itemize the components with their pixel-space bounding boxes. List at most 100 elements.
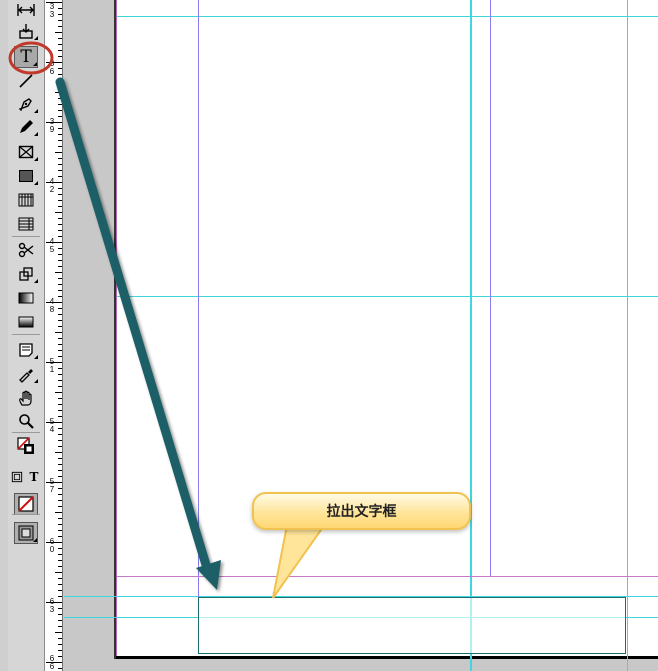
ruler-tick (58, 494, 62, 495)
ruler-tick (58, 614, 62, 615)
ruler-tick (58, 368, 62, 369)
formatting-affects-text-icon[interactable]: T (28, 467, 40, 487)
eyedropper-tool-icon[interactable] (14, 364, 38, 384)
scissors-tool-icon[interactable] (14, 240, 38, 260)
ruler-tick (58, 446, 62, 447)
ruler-tick (58, 398, 62, 399)
ruler-tick (58, 194, 62, 195)
margin-guide-bottom (117, 576, 658, 577)
callout-bubble: 拉出文字框 (252, 492, 471, 530)
ruler-tick (58, 656, 62, 657)
ruler-tick (58, 218, 62, 219)
ruler-tick (55, 332, 62, 333)
ruler-tick (58, 578, 62, 579)
ruler-tick (58, 530, 62, 531)
ruler-tick (55, 272, 62, 273)
guide-v-2 (470, 0, 472, 671)
ruler-tick (58, 320, 62, 321)
pencil-tool-icon[interactable] (14, 117, 38, 137)
ruler-tick (55, 632, 62, 633)
ruler-tick (58, 260, 62, 261)
ruler-tick (58, 500, 62, 501)
ruler-label: 63 (49, 597, 55, 614)
ruler-tick (58, 428, 62, 429)
ruler-tick (58, 356, 62, 357)
zoom-tool-icon[interactable] (14, 411, 38, 431)
fill-stroke-icon[interactable] (14, 436, 38, 456)
ruler-tick (58, 296, 62, 297)
text-frame[interactable] (198, 597, 626, 654)
ruler-tick (58, 314, 62, 315)
ruler-tick (58, 134, 62, 135)
guide-v-1 (198, 0, 199, 600)
ruler-tick (58, 98, 62, 99)
ruler-tick (58, 224, 62, 225)
ruler-tick (58, 254, 62, 255)
gradient-feather-tool-icon[interactable] (14, 312, 38, 332)
ruler-tick (58, 170, 62, 171)
hand-tool-icon[interactable] (14, 388, 38, 408)
ruler-tick (55, 572, 62, 573)
ruler-tick (55, 32, 62, 33)
vertical-ruler[interactable]: 333639424548515457606366 (45, 0, 63, 671)
type-tool-highlight-ring (8, 41, 54, 75)
toolbar-separator (12, 236, 40, 237)
ruler-tick (58, 140, 62, 141)
gap-tool-icon[interactable] (14, 0, 38, 20)
ruler-tick (55, 452, 62, 453)
gradient-swatch-tool-icon[interactable] (14, 288, 38, 308)
ruler-label: 48 (49, 297, 55, 314)
ruler-tick (58, 386, 62, 387)
ruler-tick (58, 350, 62, 351)
rectangle-tool-icon[interactable] (14, 166, 38, 186)
ruler-tick (58, 404, 62, 405)
ruler-tick (58, 566, 62, 567)
ruler-tick (58, 476, 62, 477)
ruler-tick (58, 206, 62, 207)
ruler-tick (58, 650, 62, 651)
ruler-tick (58, 20, 62, 21)
note-tool-icon[interactable] (14, 340, 38, 360)
ruler-tick (58, 80, 62, 81)
ruler-tick (58, 644, 62, 645)
apply-none-icon[interactable] (14, 493, 38, 515)
ruler-label: 45 (49, 237, 55, 254)
ruler-tick (58, 668, 62, 669)
callout-text: 拉出文字框 (326, 504, 397, 520)
ruler-tick (58, 116, 62, 117)
ruler-label: 33 (49, 2, 55, 19)
ruler-tick (58, 488, 62, 489)
pen-tool-icon[interactable] (14, 94, 38, 114)
toolbar-separator (12, 334, 40, 335)
rectangle-frame-tool-icon[interactable] (14, 142, 38, 162)
toolbar-separator (12, 432, 40, 433)
ruler-tick (58, 14, 62, 15)
ruler-tick (58, 326, 62, 327)
ruler-tick (58, 110, 62, 111)
flyout-indicator (34, 109, 38, 113)
flyout-indicator (33, 538, 37, 542)
ruler-tick (58, 464, 62, 465)
ruler-tick (58, 26, 62, 27)
tools-panel: TT (8, 0, 45, 671)
content-collector-icon[interactable] (14, 21, 38, 41)
formatting-affects-container-icon[interactable] (11, 467, 23, 487)
ruler-tick (58, 524, 62, 525)
ruler-tick (58, 548, 62, 549)
ruler-tick (58, 638, 62, 639)
ruler-tick (58, 164, 62, 165)
ruler-tick (58, 308, 62, 309)
screen-mode-icon[interactable] (14, 522, 38, 544)
ruler-tick (58, 518, 62, 519)
flyout-indicator (34, 157, 38, 161)
ruler-tick (55, 392, 62, 393)
ruler-label: 51 (49, 357, 55, 374)
ruler-tick (58, 374, 62, 375)
horizontal-grid-tool-icon[interactable] (14, 190, 38, 210)
free-transform-tool-icon[interactable] (14, 264, 38, 284)
ruler-tick (58, 380, 62, 381)
ruler-tick (58, 230, 62, 231)
vertical-grid-tool-icon[interactable] (14, 214, 38, 234)
ruler-tick (58, 188, 62, 189)
ruler-label: 57 (49, 477, 55, 494)
